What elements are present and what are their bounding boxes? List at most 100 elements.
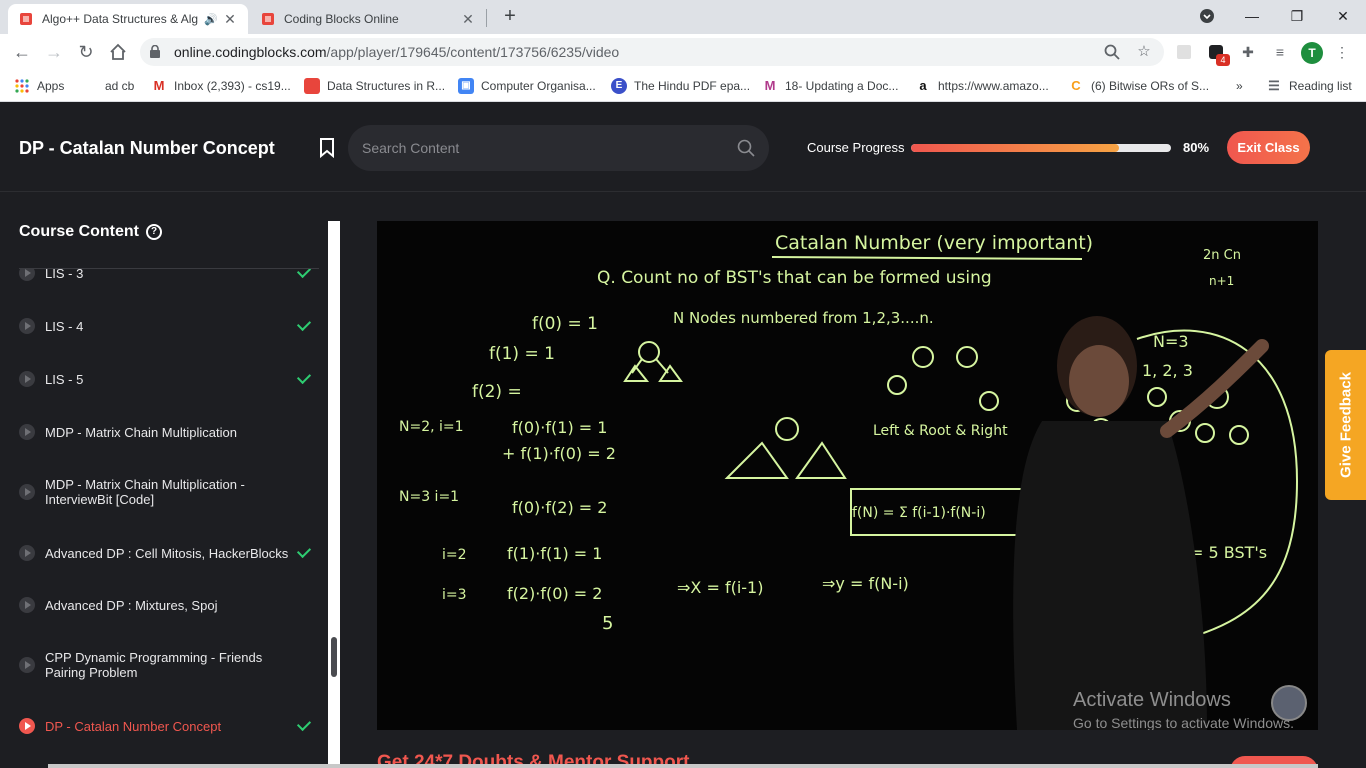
bookmark-apps[interactable]: Apps	[14, 77, 64, 95]
tab-separator	[486, 9, 487, 27]
bookmark-label: Computer Organisa...	[481, 79, 596, 93]
bookmark-computer-organisation[interactable]: ▣ Computer Organisa...	[458, 77, 596, 95]
bookmark-label: Inbox (2,393) - cs19...	[174, 79, 291, 93]
sidebar-item[interactable]: MDP - Matrix Chain Multiplication	[19, 424, 314, 440]
sidebar-item[interactable]: MDP - Matrix Chain Multiplication - Inte…	[19, 477, 314, 507]
bookmark-data-structures[interactable]: Data Structures in R...	[304, 77, 445, 95]
sidebar-item[interactable]: LIS - 5	[19, 369, 314, 387]
give-feedback-tab[interactable]: Give Feedback	[1325, 350, 1366, 500]
sidebar-item-label: LIS - 3	[45, 269, 84, 281]
e-icon: E	[611, 78, 627, 94]
amazon-icon: a	[919, 78, 927, 93]
tab-favicon-icon	[20, 13, 32, 25]
minimize-icon[interactable]: —	[1232, 4, 1272, 28]
sidebar-item-label: DP - Catalan Number Concept	[45, 718, 222, 734]
reading-list-button[interactable]: ☰ Reading list	[1266, 77, 1352, 95]
bookmark-updating-doc[interactable]: M 18- Updating a Doc...	[762, 77, 899, 95]
svg-text:⇒X = f(i-1): ⇒X = f(i-1)	[677, 578, 763, 597]
extension-grid-icon[interactable]	[1174, 42, 1194, 62]
svg-text:⇒y = f(N-i): ⇒y = f(N-i)	[822, 574, 909, 593]
sidebar-item-label: LIS - 4	[45, 318, 84, 334]
course-content-list: LIS - 3 LIS - 4 LIS - 5 MDP - Matrix Chain …	[0, 269, 328, 768]
bookmark-label: Apps	[37, 79, 65, 93]
apps-grid-icon	[15, 79, 29, 93]
close-tab-icon[interactable]: ✕	[460, 11, 476, 28]
sidebar-item-label: LIS - 5	[45, 371, 84, 387]
sidebar-item-label: MDP - Matrix Chain Multiplication - Inte…	[45, 477, 245, 507]
speaker-icon[interactable]: 🔊	[204, 13, 218, 26]
close-tab-icon[interactable]: ✕	[222, 11, 238, 28]
svg-text:f(1)·f(1) = 1: f(1)·f(1) = 1	[507, 544, 602, 563]
svg-text:N=3 i=1: N=3 i=1	[399, 489, 459, 505]
leetcode-icon: C	[1071, 78, 1081, 93]
tab-search-icon[interactable]	[1187, 4, 1227, 31]
sidebar-scrollbar[interactable]	[328, 221, 340, 768]
lecture-whiteboard: Catalan Number (very important) Q. Count…	[399, 232, 1299, 730]
new-tab-icon[interactable]: +	[498, 5, 522, 29]
play-icon	[19, 657, 35, 673]
help-icon[interactable]: ?	[146, 224, 162, 240]
bookmark-label: 18- Updating a Doc...	[785, 79, 899, 93]
close-window-icon[interactable]: ✕	[1323, 4, 1363, 28]
classroom-icon: ▣	[458, 78, 474, 94]
course-sidebar: Course Content ? LIS - 3 LIS - 4 LIS - 5 MD…	[0, 193, 340, 768]
bookmark-ad-cb[interactable]: ad cb	[105, 77, 134, 95]
star-bookmark-icon[interactable]: ☆	[1134, 42, 1154, 62]
address-bar[interactable]: online.codingblocks.com/app/player/17964…	[140, 38, 1164, 66]
video-player[interactable]: Catalan Number (very important) Q. Count…	[377, 221, 1318, 730]
more-bookmarks-button[interactable]: »	[1236, 77, 1243, 95]
sidebar-item[interactable]: Advanced DP : Cell Mitosis, HackerBlocks	[19, 543, 314, 561]
browser-tab-strip: Algo++ Data Structures & Alg 🔊 ✕ Coding …	[0, 0, 1366, 34]
url-path: /app/player/179645/content/173756/6235/v…	[326, 44, 620, 60]
bookmark-the-hindu[interactable]: E The Hindu PDF epa...	[611, 77, 750, 95]
forward-arrow-icon[interactable]: →	[42, 40, 66, 64]
sidebar-item[interactable]: CPP Dynamic Programming - Friends Pairin…	[19, 650, 314, 680]
puzzle-extensions-icon[interactable]: ✚	[1238, 42, 1258, 62]
page-icon	[304, 78, 320, 94]
svg-text:i=3: i=3	[442, 587, 467, 603]
bookmark-icon[interactable]	[318, 138, 336, 158]
browser-tab-active[interactable]: Algo++ Data Structures & Alg 🔊 ✕	[8, 4, 248, 34]
search-icon[interactable]	[737, 139, 755, 157]
home-icon[interactable]	[106, 40, 130, 64]
exit-class-button[interactable]: Exit Class	[1227, 131, 1310, 164]
course-content-heading: Course Content ?	[19, 223, 162, 241]
completed-check-icon	[296, 543, 312, 559]
search-input[interactable]	[362, 137, 722, 159]
zoom-search-icon[interactable]	[1102, 42, 1122, 62]
horizontal-scrollbar[interactable]	[48, 764, 1318, 768]
bookmark-amazon[interactable]: a https://www.amazo...	[915, 77, 1048, 95]
completed-check-icon	[296, 316, 312, 332]
completed-check-icon	[296, 369, 312, 385]
bookmark-bitwise-ors[interactable]: C (6) Bitwise ORs of S...	[1068, 77, 1209, 95]
course-content-title: Course Content	[19, 223, 139, 240]
url-text[interactable]: online.codingblocks.com/app/player/17964…	[174, 44, 619, 60]
sidebar-item[interactable]: LIS - 3	[19, 269, 314, 281]
sidebar-item[interactable]: LIS - 4	[19, 316, 314, 334]
tab-favicon-icon	[262, 13, 274, 25]
sidebar-item[interactable]: Advanced DP : Mixtures, Spoj	[19, 597, 314, 613]
board-question: Q. Count no of BST's that can be formed …	[597, 268, 992, 288]
completed-check-icon	[296, 269, 312, 279]
reload-icon[interactable]: ↻	[74, 40, 98, 64]
bookmark-label: ad cb	[105, 79, 135, 93]
svg-text:f(1) = 1: f(1) = 1	[489, 344, 555, 364]
play-icon	[19, 318, 35, 334]
play-icon	[19, 371, 35, 387]
back-arrow-icon[interactable]: ←	[10, 40, 34, 64]
restore-icon[interactable]: ❐	[1277, 4, 1317, 28]
extension-badge: 4	[1216, 54, 1230, 66]
browser-tab-inactive[interactable]: Coding Blocks Online ✕	[250, 4, 486, 34]
media-control-icon[interactable]: ≡	[1270, 42, 1290, 62]
menu-kebab-icon[interactable]: ⋮	[1332, 42, 1352, 62]
bookmark-inbox[interactable]: M Inbox (2,393) - cs19...	[151, 77, 291, 95]
svg-text:5: 5	[602, 613, 613, 634]
sidebar-item-label: Advanced DP : Mixtures, Spoj	[45, 597, 218, 613]
profile-avatar[interactable]: T	[1301, 42, 1323, 64]
lock-icon[interactable]	[150, 45, 160, 58]
play-icon	[19, 484, 35, 500]
bookmarks-bar: Apps ad cb M Inbox (2,393) - cs19... Dat…	[0, 70, 1366, 102]
svg-text:Left & Root & Right: Left & Root & Right	[873, 423, 1008, 439]
sidebar-scrollbar-thumb[interactable]	[331, 637, 337, 677]
sidebar-item[interactable]: DP - Catalan Number Concept	[19, 716, 314, 734]
